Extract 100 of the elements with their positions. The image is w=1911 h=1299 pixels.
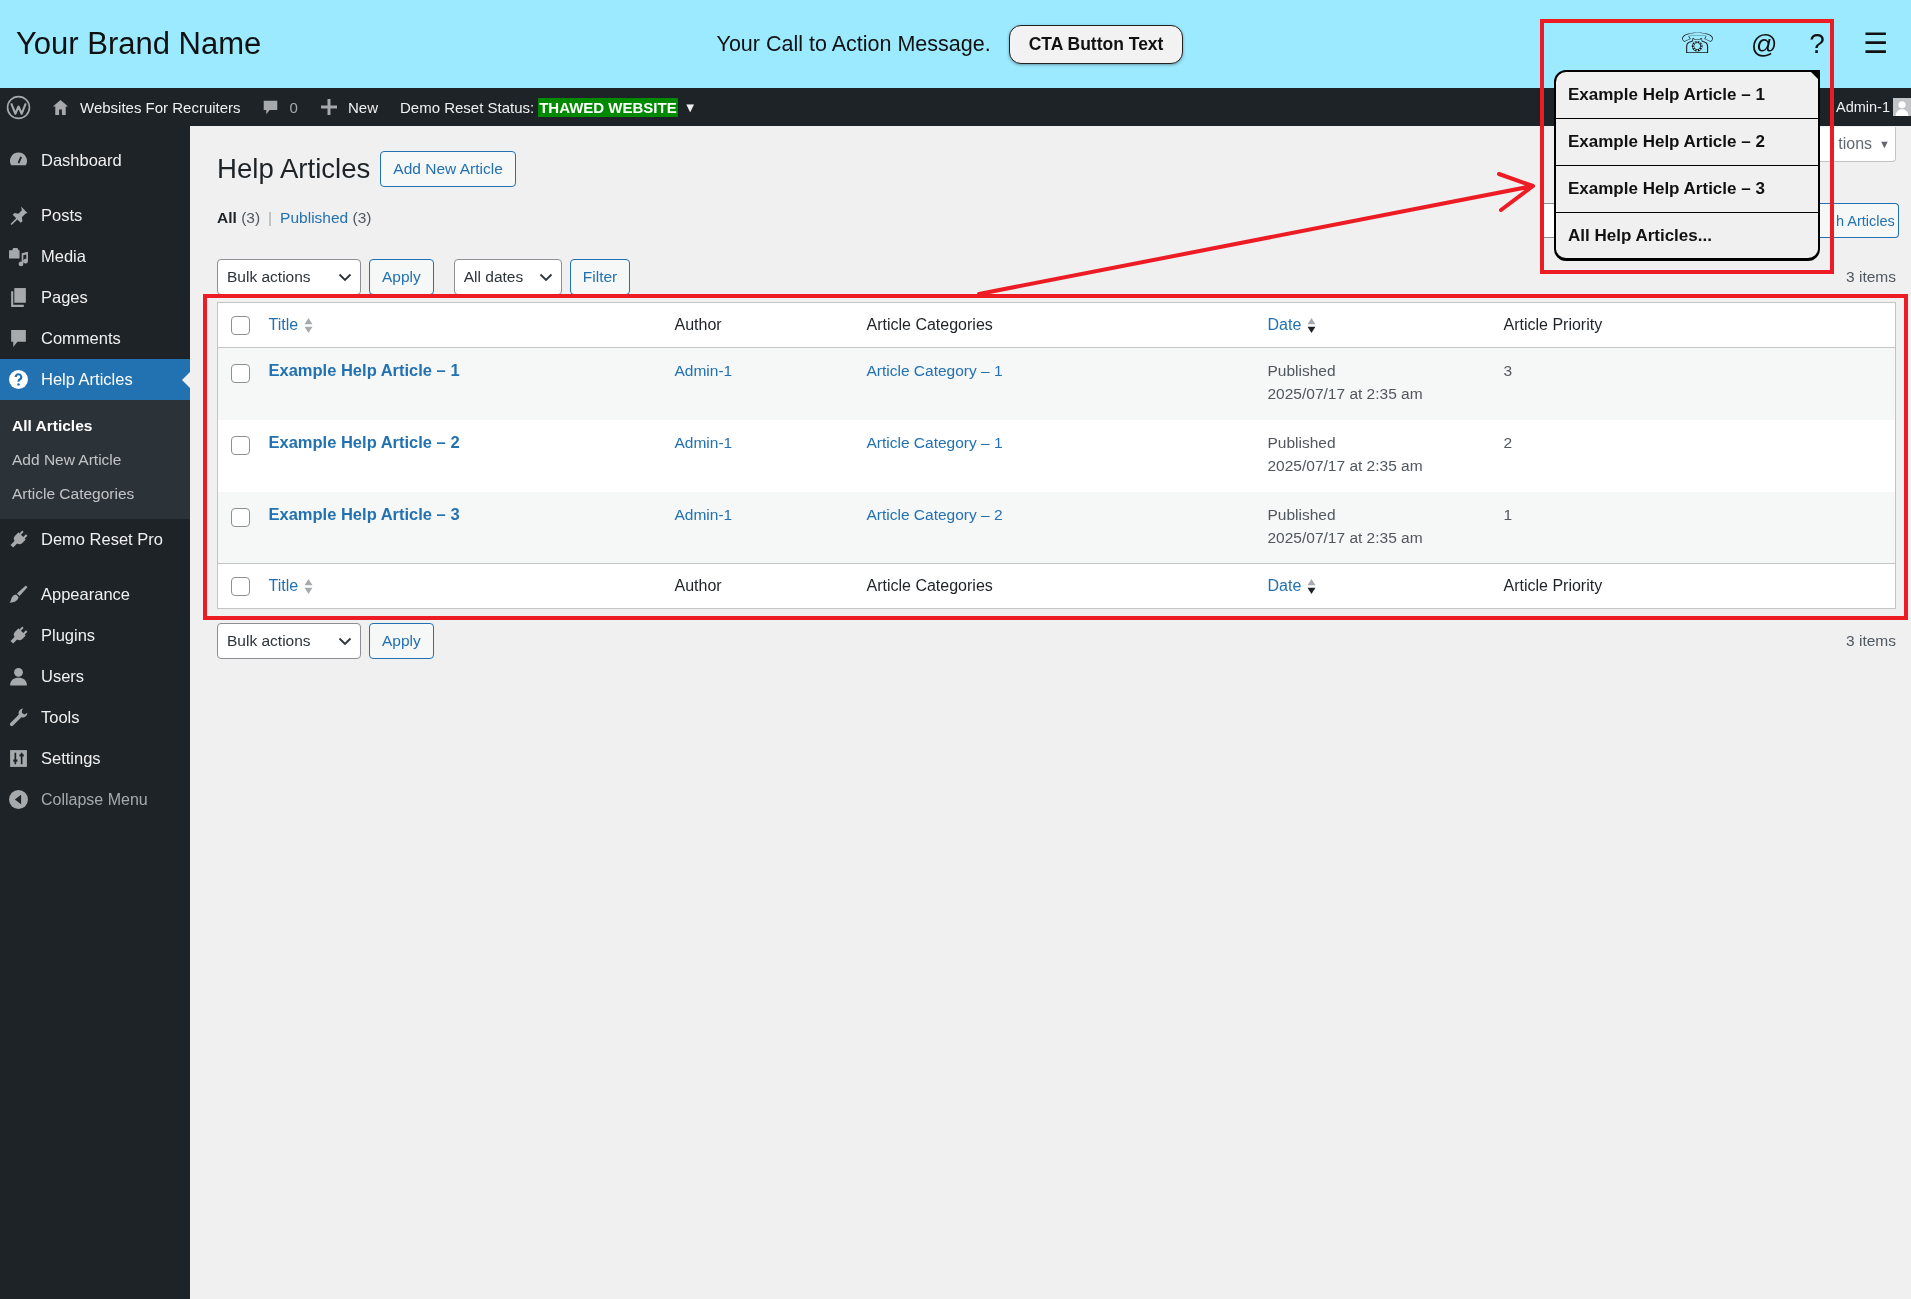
checkbox[interactable] [231,435,250,455]
column-header: Article Categories [866,316,993,333]
add-new-article-button[interactable]: Add New Article [380,151,516,187]
priority-value: 2 [1503,432,1513,453]
checkbox[interactable] [231,315,250,335]
collapse-menu-button[interactable]: Collapse Menu [0,779,190,820]
camera-and-note-icon [8,246,29,267]
article-title-link[interactable]: Example Help Article – 2 [268,432,460,451]
bulk-actions-select[interactable]: Bulk actions [217,623,361,659]
post-date: 2025/07/17 at 2:35 am [1267,527,1423,548]
chevron-down-icon [338,636,352,646]
author-link[interactable]: Admin-1 [674,505,733,523]
help-menu-item[interactable]: Example Help Article – 1 [1556,72,1818,119]
priority-value: 3 [1503,361,1513,381]
column-sort-link[interactable]: Date [1267,577,1317,595]
brand-name[interactable]: Your Brand Name [16,26,262,61]
column-sort-link[interactable]: Date [1267,316,1317,334]
column-header: Article Priority [1503,577,1603,594]
house-icon [51,97,70,117]
checkbox[interactable] [231,576,250,596]
column-header: Author [674,577,722,594]
chevron-down-icon [338,272,352,282]
post-date: 2025/07/17 at 2:35 am [1267,384,1423,404]
speech-bubble-icon [261,98,279,116]
filter-button[interactable]: Filter [569,259,631,295]
reset-status-menu[interactable]: Demo Reset Status: THAWED WEBSITE ▼ [399,97,697,117]
plus-icon [320,99,337,115]
sidebar-menu-item[interactable]: Settings [0,738,190,779]
column-sort-link[interactable]: Title [268,316,314,334]
bulk-actions-select[interactable]: Bulk actions [217,259,361,295]
sliders-icon [8,748,29,769]
sidebar-menu-item[interactable]: Comments [0,318,190,359]
phone-button[interactable]: ☏ [1679,30,1715,58]
person-icon [8,666,29,687]
article-title-link[interactable]: Example Help Article – 1 [268,361,460,379]
search-button[interactable]: h Articles [1820,203,1899,238]
sidebar-menu-item[interactable]: Plugins [0,615,190,656]
post-date: 2025/07/17 at 2:35 am [1267,455,1423,476]
sidebar-menu-item[interactable]: Pages [0,277,190,318]
plug-icon [8,625,29,646]
post-status: Published [1267,504,1336,525]
author-link[interactable]: Admin-1 [674,433,733,451]
sidebar-menu-item[interactable]: Media [0,236,190,277]
wrench-icon [8,707,29,728]
view-filter-link[interactable]: Published (3) [280,206,372,229]
cta-button[interactable]: CTA Button Text [1008,24,1184,64]
cta-message: Your Call to Action Message. [716,31,991,57]
submenu-item[interactable]: All Articles [0,409,190,443]
chevron-down-icon [538,272,553,282]
speech-bubble-icon [8,328,29,349]
category-link[interactable]: Article Category – 1 [866,362,1003,379]
paintbrush-icon [8,584,29,605]
column-header: Author [674,316,722,333]
category-link[interactable]: Article Category – 2 [866,505,1003,523]
screen-options-button[interactable]: tions ▼ [1820,127,1896,162]
help-menu-item[interactable]: All Help Articles... [1556,213,1818,258]
user-account-link[interactable]: Admin-1 [1836,98,1911,116]
menu-button[interactable]: ☰ [1862,30,1888,58]
submenu-item[interactable]: Article Categories [0,477,190,511]
post-status: Published [1267,432,1336,453]
sidebar-menu-item[interactable]: Appearance [0,574,190,615]
help-menu-item[interactable]: Example Help Article – 2 [1556,119,1818,166]
apply-button[interactable]: Apply [369,259,434,295]
checkbox[interactable] [231,507,250,527]
article-title-link[interactable]: Example Help Article – 3 [268,504,460,523]
view-filter-link[interactable]: All (3) [217,206,261,229]
comments-link[interactable]: 0 [261,98,298,116]
question-circle-icon [8,369,29,390]
logo-icon[interactable] [6,94,31,120]
item-count: 3 items [1846,268,1896,286]
avatar-icon [1893,98,1911,116]
plug-icon [8,529,29,550]
post-status: Published [1267,361,1336,381]
site-name-link[interactable]: Websites For Recruiters [51,97,241,117]
stacked-pages-icon [8,287,29,308]
sidebar-menu-item[interactable]: Tools [0,697,190,738]
sidebar-menu-item[interactable]: Posts [0,195,190,236]
category-link[interactable]: Article Category – 1 [866,433,1003,451]
author-link[interactable]: Admin-1 [674,362,733,379]
sidebar-menu-item[interactable]: Demo Reset Pro [0,519,190,560]
date-filter-select[interactable]: All dates [453,259,562,295]
submenu-item[interactable]: Add New Article [0,443,190,477]
help-button[interactable]: ? [1809,30,1825,58]
email-button[interactable]: @ [1750,31,1778,57]
help-menu-item[interactable]: Example Help Article – 3 [1556,166,1818,213]
apply-button[interactable]: Apply [369,623,434,659]
new-content-link[interactable]: New [320,98,378,116]
item-count: 3 items [1846,632,1896,650]
view-separator: | [268,208,273,228]
column-header: Article Categories [866,577,993,594]
column-header: Article Priority [1503,316,1603,333]
priority-value: 1 [1503,504,1513,525]
checkbox[interactable] [231,364,250,384]
column-sort-link[interactable]: Title [268,577,314,595]
sidebar-menu-item[interactable]: Users [0,656,190,697]
pointer-icon [182,371,190,388]
pushpin-icon [8,205,29,226]
sidebar-menu-item[interactable]: Dashboard [0,140,190,181]
page-title: Help Articles [217,152,371,186]
sidebar-menu-item[interactable]: Help Articles [0,359,190,400]
